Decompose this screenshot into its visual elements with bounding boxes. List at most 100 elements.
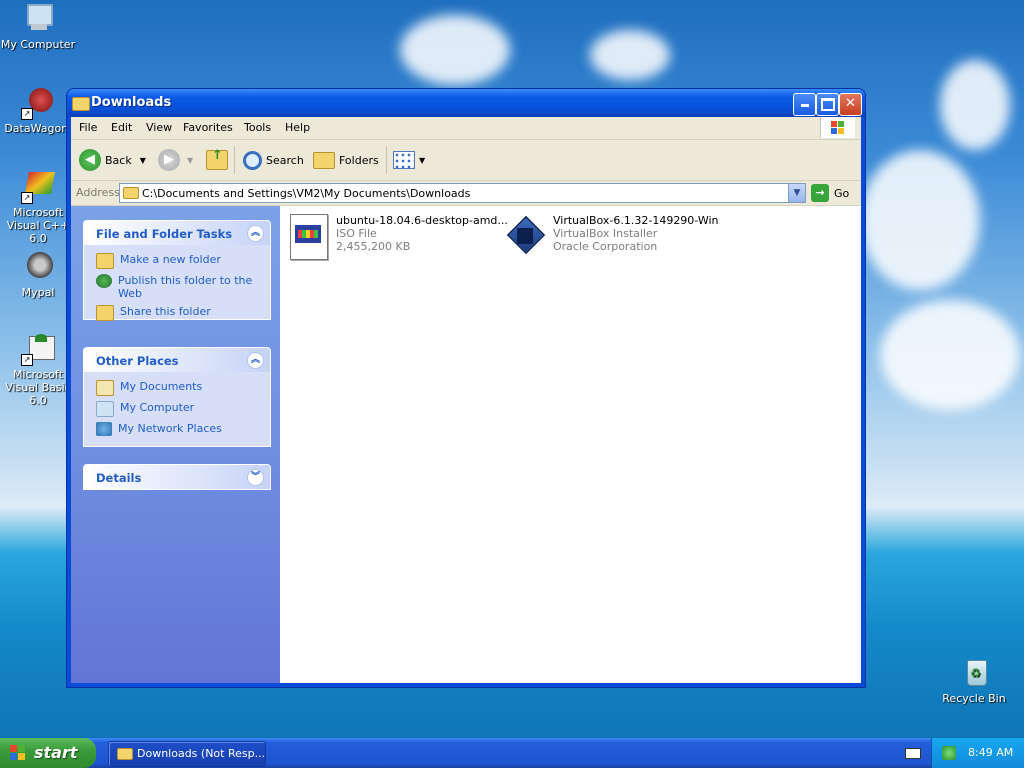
address-field[interactable]: C:\Documents and Settings\VM2\My Documen… — [119, 183, 806, 203]
chevron-down-icon: ▼ — [187, 155, 194, 165]
task-label: Share this folder — [120, 305, 211, 318]
search-label: Search — [266, 153, 304, 167]
taskbar-button-label: Downloads (Not Resp... — [137, 747, 266, 760]
clock[interactable]: 8:49 AM — [968, 746, 1013, 759]
panel-title: Other Places — [96, 354, 179, 368]
task-pane: File and Folder Tasks ︽ Make a new folde… — [71, 206, 280, 683]
go-button[interactable]: → Go — [811, 184, 849, 202]
task-share-folder[interactable]: Share this folder — [96, 305, 260, 321]
chevron-down-icon: ▼ — [793, 188, 801, 198]
folder-icon — [117, 748, 133, 760]
explorer-window[interactable]: Downloads ✕ File Edit View Favorites Too… — [67, 89, 865, 687]
toolbar: ◀ Back ▼ ▶ ▼ ↑ Search Folders ▼ — [71, 140, 861, 181]
collapse-chevron-icon[interactable]: ︽ — [247, 352, 264, 369]
address-input[interactable]: C:\Documents and Settings\VM2\My Documen… — [142, 187, 470, 200]
datawagon-icon: ↗ — [21, 86, 55, 120]
task-make-new-folder[interactable]: Make a new folder — [96, 253, 260, 269]
desktop-icon-label: My Computer — [0, 38, 76, 51]
start-label: start — [34, 743, 78, 762]
file-item-ubuntu-iso[interactable]: ubuntu-18.04.6-desktop-amd... ISO File 2… — [290, 214, 508, 260]
menu-tools[interactable]: Tools — [244, 121, 271, 134]
panel-header[interactable]: Details ︾ — [84, 465, 270, 489]
visual-cpp-icon: ↗ — [21, 170, 55, 204]
network-icon — [96, 422, 112, 436]
other-places-panel: Other Places ︽ My Documents My Computer … — [83, 347, 271, 447]
menu-favorites[interactable]: Favorites — [183, 121, 233, 134]
minimize-icon — [800, 104, 809, 107]
folder-icon — [72, 97, 90, 111]
forward-button[interactable]: ▶ ▼ — [158, 148, 193, 172]
file-type: VirtualBox Installer — [553, 227, 658, 240]
minimize-button[interactable] — [793, 93, 816, 116]
file-folder-tasks-panel: File and Folder Tasks ︽ Make a new folde… — [83, 220, 271, 321]
file-name: VirtualBox-6.1.32-149290-Win — [553, 214, 719, 227]
back-button[interactable]: ◀ Back ▼ — [79, 148, 146, 172]
menu-bar: File Edit View Favorites Tools Help — [71, 117, 861, 140]
address-dropdown-button[interactable]: ▼ — [788, 184, 805, 202]
menu-help[interactable]: Help — [285, 121, 310, 134]
globe-icon — [96, 274, 112, 288]
taskbar-downloads-button[interactable]: Downloads (Not Resp... — [108, 741, 266, 767]
maximize-button[interactable] — [816, 93, 839, 116]
computer-icon — [21, 2, 55, 36]
up-folder-button[interactable]: ↑ — [206, 148, 228, 172]
views-button[interactable]: ▼ — [393, 148, 425, 172]
views-icon — [393, 151, 415, 169]
menu-file[interactable]: File — [79, 121, 97, 134]
file-item-virtualbox[interactable]: VirtualBox-6.1.32-149290-Win VirtualBox … — [505, 214, 719, 258]
address-bar: Address C:\Documents and Settings\VM2\My… — [71, 181, 861, 206]
desktop-icon-visual-basic[interactable]: ↗ Microsoft Visual Basic 6.0 — [0, 332, 76, 407]
mypal-icon — [21, 250, 55, 284]
title-bar[interactable]: Downloads ✕ — [67, 89, 865, 117]
task-label: Publish this folder to the Web — [118, 274, 253, 300]
file-list: ubuntu-18.04.6-desktop-amd... ISO File 2… — [280, 206, 861, 683]
back-arrow-icon: ◀ — [79, 149, 101, 171]
network-tray-icon[interactable] — [942, 746, 956, 760]
file-name: ubuntu-18.04.6-desktop-amd... — [336, 214, 508, 227]
desktop-icon-datawagon[interactable]: ↗ DataWagon. — [0, 86, 76, 135]
toolbar-separator — [234, 146, 235, 174]
close-button[interactable]: ✕ — [839, 93, 862, 116]
place-label: My Documents — [120, 380, 203, 393]
details-panel: Details ︾ — [83, 464, 271, 490]
back-label: Back — [105, 153, 132, 167]
place-my-network-places[interactable]: My Network Places — [96, 422, 260, 436]
place-my-computer[interactable]: My Computer — [96, 401, 260, 417]
folders-label: Folders — [339, 153, 379, 167]
desktop-icon-label: Microsoft Visual C++ 6.0 — [6, 206, 70, 245]
up-folder-icon: ↑ — [206, 148, 228, 170]
desktop-icon-visual-cpp[interactable]: ↗ Microsoft Visual C++ 6.0 — [0, 170, 76, 245]
share-folder-icon — [96, 305, 114, 321]
search-button[interactable]: Search — [243, 148, 304, 172]
go-arrow-icon: → — [811, 184, 829, 202]
expand-chevron-icon[interactable]: ︾ — [247, 469, 264, 486]
panel-title: Details — [96, 471, 142, 485]
panel-header[interactable]: File and Folder Tasks ︽ — [84, 221, 270, 245]
desktop-icon-mypal[interactable]: Mypal — [0, 250, 76, 299]
windows-flag-icon — [10, 745, 26, 761]
desktop-icon-recycle-bin[interactable]: ♻ Recycle Bin — [936, 656, 1012, 705]
iso-file-icon — [290, 214, 328, 260]
computer-icon — [96, 401, 114, 417]
keyboard-icon[interactable] — [905, 748, 921, 759]
new-folder-icon — [96, 253, 114, 269]
start-button[interactable]: start — [0, 738, 96, 768]
menu-edit[interactable]: Edit — [111, 121, 132, 134]
recycle-bin-icon: ♻ — [957, 656, 991, 690]
collapse-chevron-icon[interactable]: ︽ — [247, 225, 264, 242]
system-tray: 8:49 AM — [931, 738, 1024, 768]
desktop-icon-my-computer[interactable]: My Computer — [0, 2, 76, 51]
menu-view[interactable]: View — [146, 121, 172, 134]
place-my-documents[interactable]: My Documents — [96, 380, 260, 396]
file-size: 2,455,200 KB — [336, 240, 411, 253]
task-label: Make a new folder — [120, 253, 221, 266]
toolbar-separator — [386, 146, 387, 174]
window-body: File Edit View Favorites Tools Help ◀ Ba… — [71, 117, 861, 683]
my-documents-icon — [96, 380, 114, 396]
address-label: Address — [76, 186, 120, 199]
folders-button[interactable]: Folders — [313, 148, 379, 172]
task-publish-folder[interactable]: Publish this folder to the Web — [96, 274, 260, 300]
panel-header[interactable]: Other Places ︽ — [84, 348, 270, 372]
place-label: My Computer — [120, 401, 195, 414]
visual-basic-icon: ↗ — [21, 332, 55, 366]
